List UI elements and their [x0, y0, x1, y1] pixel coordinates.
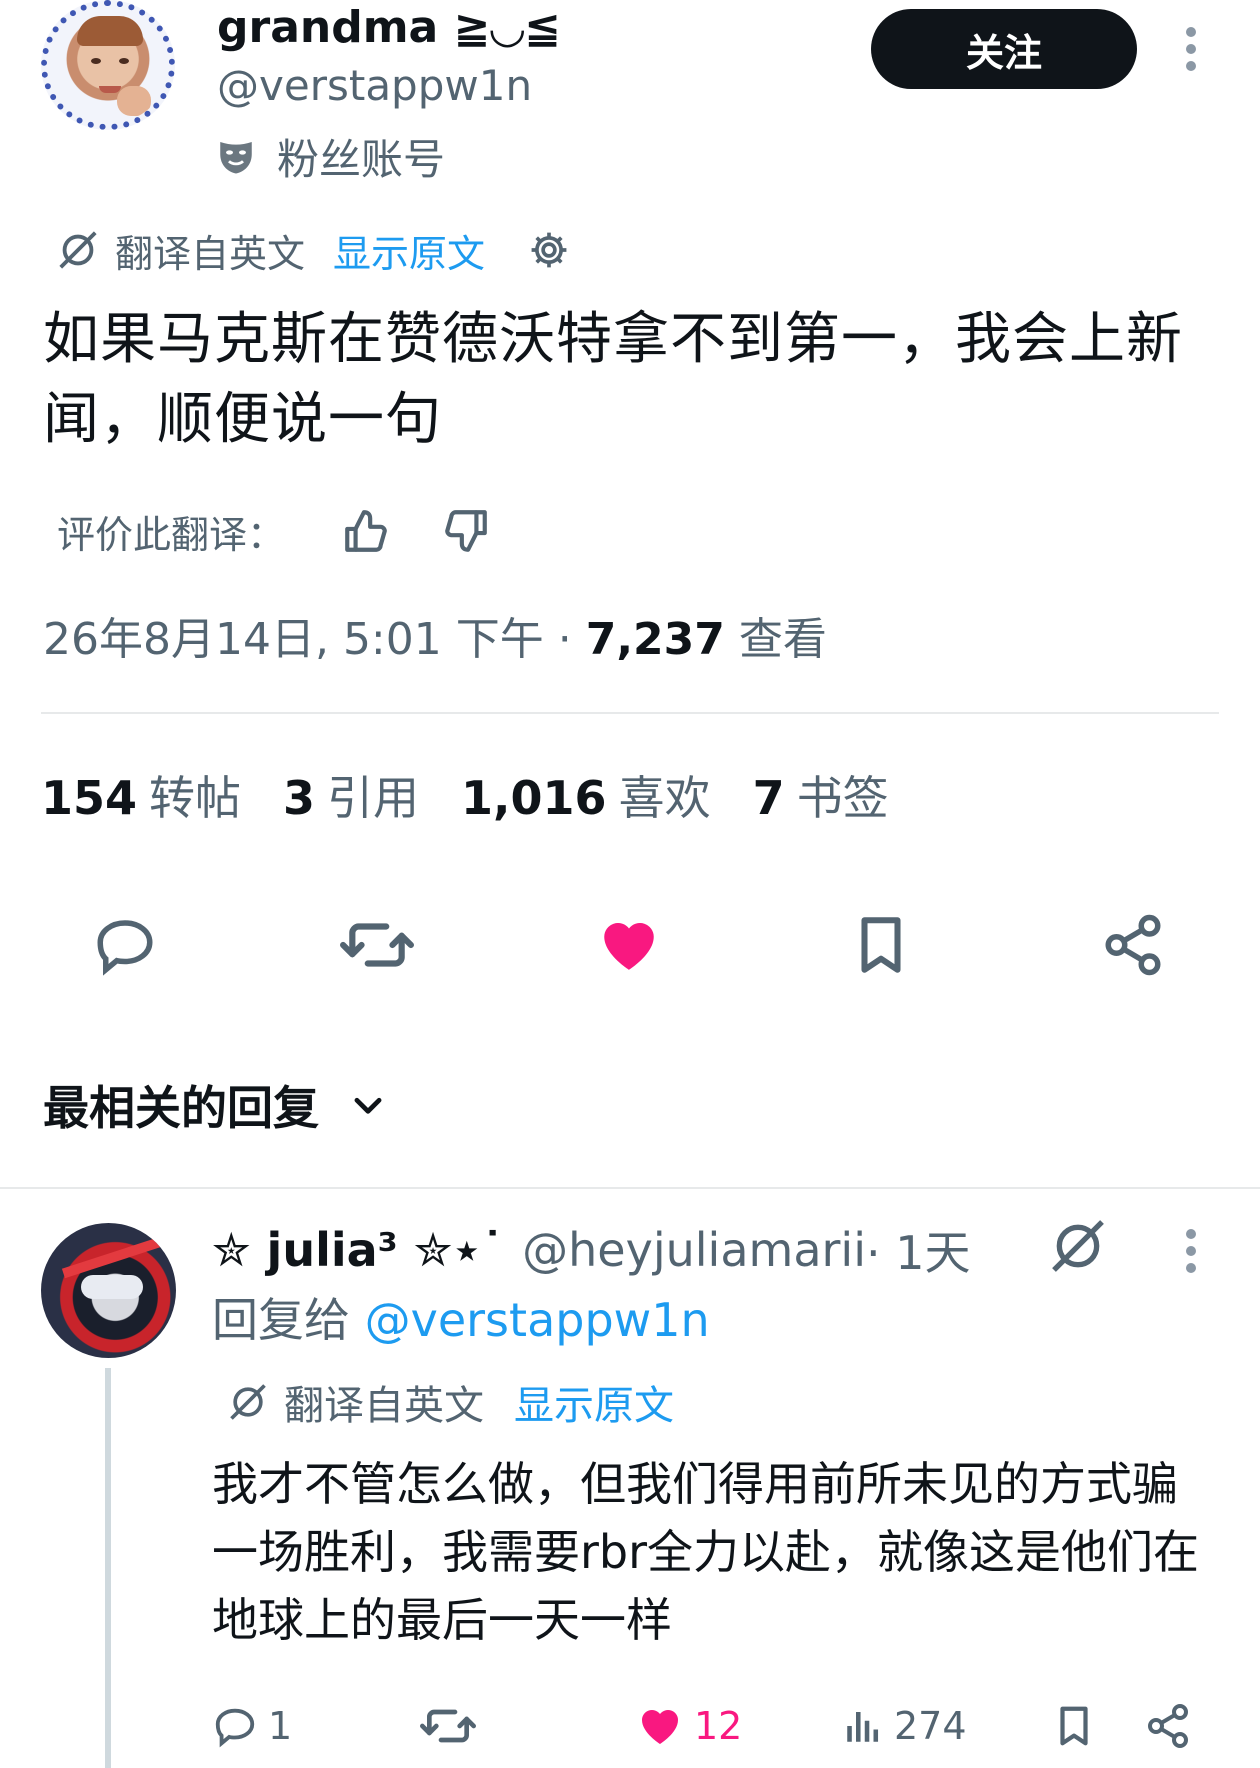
show-original-link[interactable]: 显示原文: [333, 223, 485, 278]
gear-icon[interactable]: [527, 228, 571, 272]
thumbs-down-icon[interactable]: [441, 506, 491, 556]
thumbs-up-icon[interactable]: [341, 506, 391, 556]
tweet-stats: 154 转帖 3 引用 1,016 喜欢 7 书签: [41, 765, 931, 825]
translation-row: 翻译自英文 显示原文: [55, 222, 571, 278]
show-original-link[interactable]: 显示原文: [514, 1373, 674, 1431]
bookmark-icon[interactable]: [841, 905, 921, 985]
author-display-name[interactable]: grandma ≧◡≦: [217, 0, 561, 56]
mask-icon: [215, 135, 257, 177]
share-icon[interactable]: [1093, 905, 1173, 985]
more-icon[interactable]: [1182, 24, 1200, 74]
translated-from-label: 翻译自英文: [115, 231, 306, 276]
divider: [41, 712, 1219, 714]
comment-icon: [212, 1703, 258, 1749]
translated-from-label: 翻译自英文: [284, 1383, 484, 1429]
reply-header: ✮ julia³ ✮⋆˙ @heyjuliamarii · 1天: [212, 1220, 971, 1280]
tweet-text: 如果马克斯在赞德沃特拿不到第一，我会上新闻，顺便说一句: [43, 307, 1183, 452]
stat-bookmarks[interactable]: 7 书签: [753, 762, 889, 828]
bookmark-icon[interactable]: [1051, 1696, 1097, 1756]
divider: [0, 1187, 1260, 1189]
reply-sort-label: 最相关的回复: [43, 1081, 319, 1135]
translate-icon[interactable]: [1046, 1214, 1110, 1278]
reply-time[interactable]: · 1天: [866, 1217, 971, 1283]
tweet-action-bar: [0, 905, 1260, 985]
translate-icon: [226, 1380, 270, 1424]
reply-to-line: 回复给 @verstappw1n: [212, 1290, 710, 1350]
rate-translation-row: 评价此翻译：: [57, 503, 491, 559]
rate-translation-label: 评价此翻译：: [57, 512, 286, 557]
comment-icon[interactable]: [85, 905, 165, 985]
tweet-timestamp[interactable]: 26年8月14日, 5:01 下午: [43, 614, 544, 665]
reply-like-count: 12: [694, 1704, 743, 1748]
reply-views-button[interactable]: 274: [842, 1696, 967, 1756]
reply-to-handle[interactable]: @verstappw1n: [365, 1293, 710, 1347]
fan-account-badge: 粉丝账号: [215, 128, 445, 184]
translate-icon: [55, 227, 101, 273]
heart-icon[interactable]: [589, 905, 669, 985]
retweet-icon[interactable]: [337, 905, 417, 985]
reply-translation-row: 翻译自英文 显示原文: [226, 1374, 674, 1430]
views-icon: [842, 1705, 884, 1747]
tweet-meta: 26年8月14日, 5:01 下午 · 7,237 查看: [43, 612, 827, 668]
stat-likes[interactable]: 1,016 喜欢: [461, 762, 711, 828]
meta-separator: ·: [543, 614, 586, 665]
chevron-down-icon: [349, 1086, 387, 1124]
stat-quotes[interactable]: 3 引用: [283, 762, 419, 828]
reply-avatar[interactable]: [41, 1223, 176, 1358]
follow-button[interactable]: 关注: [871, 9, 1137, 89]
views-count: 7,237: [585, 614, 725, 665]
views-label: 查看: [738, 614, 827, 665]
share-icon[interactable]: [1144, 1696, 1192, 1756]
reply-comment-count: 1: [268, 1704, 293, 1748]
reply-views-count: 274: [894, 1704, 967, 1748]
reply-like-button[interactable]: 12: [636, 1696, 742, 1756]
reply-display-name[interactable]: ✮ julia³ ✮⋆˙: [212, 1223, 504, 1277]
reply-to-prefix: 回复给: [212, 1293, 365, 1347]
reply-handle[interactable]: @heyjuliamarii: [522, 1223, 866, 1277]
more-icon[interactable]: [1182, 1226, 1200, 1276]
heart-icon: [636, 1702, 684, 1750]
reply-text: 我才不管怎么做，但我们得用前所未见的方式骗一场胜利，我需要rbr全力以赴，就像这…: [212, 1457, 1200, 1647]
reply-sort-dropdown[interactable]: 最相关的回复: [43, 1075, 387, 1135]
retweet-icon[interactable]: [420, 1696, 476, 1756]
reply-comment-button[interactable]: 1: [212, 1696, 292, 1756]
author-avatar[interactable]: [41, 0, 175, 130]
fan-account-label: 粉丝账号: [277, 134, 446, 184]
author-handle[interactable]: @verstappw1n: [217, 60, 532, 112]
reply-action-bar: 1 12 274: [0, 1696, 1260, 1756]
stat-reposts[interactable]: 154 转帖: [41, 762, 241, 828]
